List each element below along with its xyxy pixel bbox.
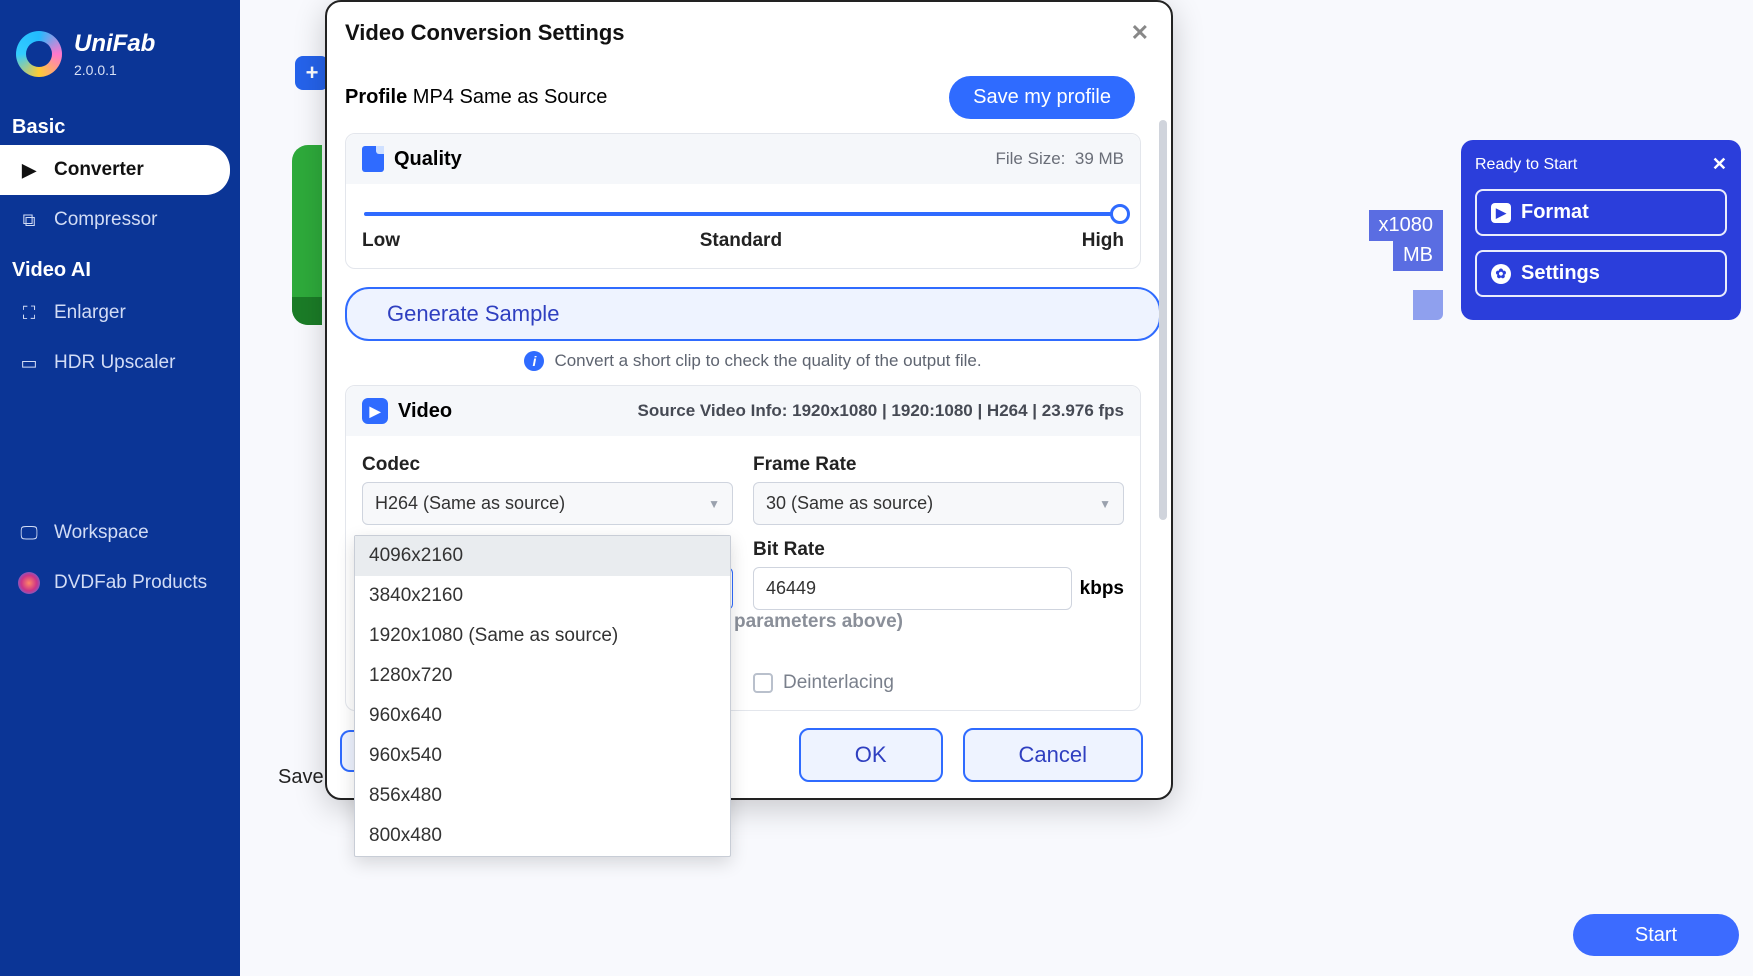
- bitrate-label: Bit Rate: [753, 539, 1124, 561]
- nav-section-video-ai: Video AI: [0, 245, 240, 288]
- dvdfab-icon: [18, 572, 40, 594]
- play-icon: ▶: [18, 159, 40, 181]
- parameters-above-text: parameters above): [734, 611, 903, 633]
- start-button[interactable]: Start: [1573, 914, 1739, 956]
- quality-slider[interactable]: [364, 212, 1122, 216]
- chevron-down-icon: ▼: [1099, 497, 1111, 511]
- resolution-option[interactable]: 856x480: [355, 776, 730, 816]
- sidebar-item-workspace[interactable]: 🖵 Workspace: [0, 508, 240, 558]
- resolution-option[interactable]: 4096x2160: [355, 536, 730, 576]
- logo: UniFab 2.0.0.1: [0, 20, 240, 102]
- slider-thumb[interactable]: [1110, 204, 1130, 224]
- resolution-option[interactable]: 1280x720: [355, 656, 730, 696]
- bg-size-chip: MB: [1393, 240, 1443, 271]
- app-version: 2.0.0.1: [74, 62, 155, 78]
- save-label: Save: [278, 766, 324, 789]
- sidebar-item-enlarger[interactable]: ⛶ Enlarger: [0, 288, 240, 338]
- checkbox[interactable]: [753, 673, 773, 693]
- sidebar-item-label: Enlarger: [54, 302, 126, 324]
- app-name: UniFab: [74, 30, 155, 58]
- generate-sample-button[interactable]: Generate Sample: [345, 287, 1161, 341]
- settings-label: Settings: [1521, 262, 1600, 285]
- gear-icon: ✿: [1491, 264, 1511, 284]
- resolution-option[interactable]: 960x540: [355, 736, 730, 776]
- resolution-option[interactable]: 960x640: [355, 696, 730, 736]
- close-icon[interactable]: ✕: [1131, 20, 1149, 46]
- sidebar-item-label: Compressor: [54, 209, 157, 231]
- framerate-label: Frame Rate: [753, 454, 1124, 476]
- cancel-button[interactable]: Cancel: [963, 728, 1143, 782]
- logo-icon: [16, 31, 62, 77]
- settings-button[interactable]: ✿ Settings: [1475, 250, 1727, 297]
- sidebar: UniFab 2.0.0.1 Basic ▶ Converter ⧉ Compr…: [0, 0, 240, 976]
- source-video-info: Source Video Info: 1920x1080 | 1920:1080…: [638, 401, 1124, 420]
- bg-resolution-chip: x1080: [1369, 210, 1444, 241]
- video-item-strip: [292, 145, 322, 325]
- quality-section: Quality File Size: 39 MB Low Standard Hi…: [345, 133, 1141, 269]
- sidebar-item-label: Workspace: [54, 522, 149, 544]
- resolution-option[interactable]: 3840x2160: [355, 576, 730, 616]
- status-text: Ready to Start: [1475, 156, 1577, 174]
- codec-select[interactable]: H264 (Same as source) ▼: [362, 482, 733, 525]
- nav-section-basic: Basic: [0, 102, 240, 145]
- ok-button[interactable]: OK: [799, 728, 943, 782]
- sidebar-item-label: DVDFab Products: [54, 572, 207, 594]
- sidebar-item-compressor[interactable]: ⧉ Compressor: [0, 195, 240, 245]
- sidebar-item-hdr-upscaler[interactable]: ▭ HDR Upscaler: [0, 338, 240, 388]
- info-icon: i: [524, 351, 544, 371]
- file-icon: [362, 146, 384, 172]
- bitrate-unit: kbps: [1080, 578, 1124, 600]
- resolution-option[interactable]: 800x480: [355, 816, 730, 856]
- compress-icon: ⧉: [18, 209, 40, 231]
- bitrate-input[interactable]: 46449: [753, 567, 1072, 610]
- right-panel: Ready to Start ✕ ▶ Format ✿ Settings: [1461, 140, 1741, 320]
- sidebar-item-converter[interactable]: ▶ Converter: [0, 145, 230, 195]
- quality-title: Quality: [394, 148, 462, 171]
- add-button[interactable]: +: [295, 56, 329, 90]
- sidebar-item-label: HDR Upscaler: [54, 352, 175, 374]
- play-icon: ▶: [362, 398, 388, 424]
- profile-label: Profile MP4 Same as Source: [345, 86, 607, 109]
- monitor-icon: 🖵: [18, 522, 40, 544]
- video-title: Video: [398, 400, 452, 423]
- quality-low: Low: [362, 230, 400, 252]
- sidebar-item-label: Converter: [54, 159, 144, 181]
- format-label: Format: [1521, 201, 1589, 224]
- info-text: Convert a short clip to check the qualit…: [554, 351, 981, 371]
- play-icon: ▶: [1491, 203, 1511, 223]
- file-size: File Size: 39 MB: [995, 149, 1124, 169]
- resolution-dropdown: 4096x2160 3840x2160 1920x1080 (Same as s…: [354, 535, 731, 857]
- enlarge-icon: ⛶: [18, 302, 40, 324]
- framerate-select[interactable]: 30 (Same as source) ▼: [753, 482, 1124, 525]
- info-row: i Convert a short clip to check the qual…: [345, 351, 1161, 371]
- hdr-icon: ▭: [18, 352, 40, 374]
- codec-label: Codec: [362, 454, 733, 476]
- modal-title: Video Conversion Settings: [345, 20, 1161, 46]
- quality-standard: Standard: [700, 230, 782, 252]
- deinterlacing-option[interactable]: Deinterlacing: [753, 672, 1124, 694]
- bg-dropdown-stub[interactable]: [1413, 290, 1443, 320]
- sidebar-item-dvdfab[interactable]: DVDFab Products: [0, 558, 240, 608]
- save-profile-button[interactable]: Save my profile: [949, 76, 1135, 119]
- chevron-down-icon: ▼: [708, 497, 720, 511]
- panel-close-icon[interactable]: ✕: [1712, 154, 1727, 175]
- resolution-option[interactable]: 1920x1080 (Same as source): [355, 616, 730, 656]
- format-button[interactable]: ▶ Format: [1475, 189, 1727, 236]
- quality-high: High: [1082, 230, 1124, 252]
- scrollbar-thumb[interactable]: [1159, 120, 1167, 520]
